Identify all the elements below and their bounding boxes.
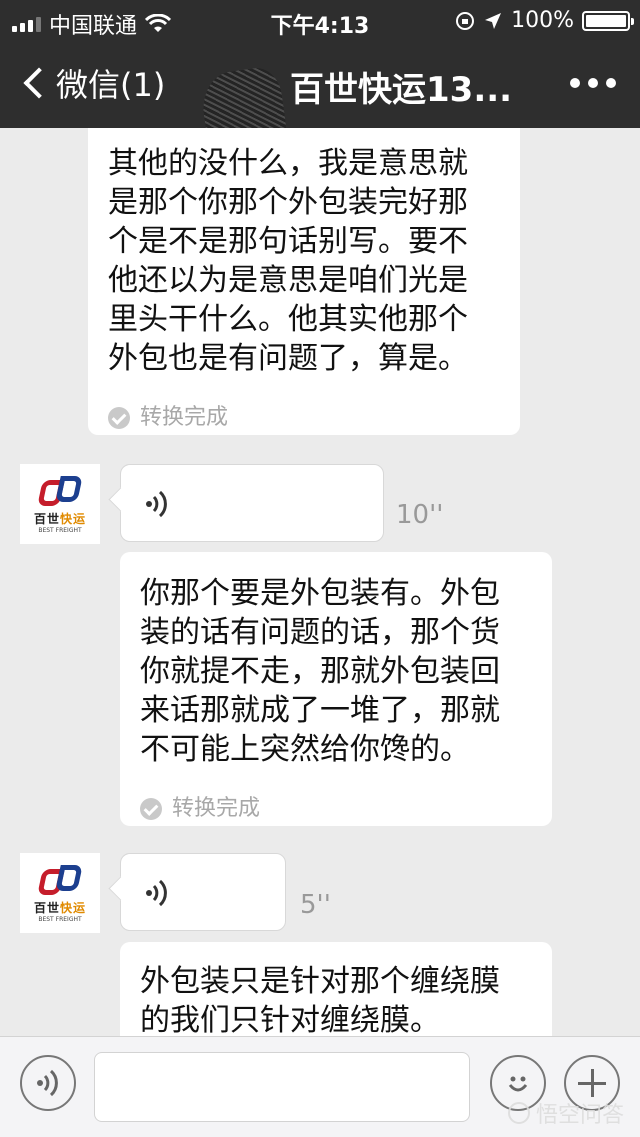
- voice-wave-icon: [146, 879, 167, 907]
- conversion-status: 转换完成: [108, 398, 500, 437]
- avatar-brand-en: BEST FREIGHT: [38, 916, 82, 923]
- chat-title: 百世快运13...: [290, 70, 513, 110]
- back-button[interactable]: 微信(1): [18, 60, 165, 106]
- voice-duration: 10'': [396, 500, 444, 530]
- chevron-left-icon: [23, 67, 55, 99]
- watermark: 悟空问答: [507, 1097, 624, 1129]
- battery-icon: [582, 10, 634, 31]
- conversion-status: 转换完成: [140, 789, 532, 828]
- battery-percent: 100%: [511, 8, 574, 33]
- avatar[interactable]: 百世快运 BEST FREIGHT: [20, 853, 100, 933]
- location-icon: [485, 12, 502, 29]
- chat-header: 微信(1) 百世快运13...: [0, 40, 640, 176]
- watermark-icon: [507, 1102, 530, 1124]
- logo-icon: [37, 474, 83, 508]
- smile-icon: [508, 1076, 528, 1092]
- voice-input-icon: [37, 1069, 58, 1097]
- conversion-status-label: 转换完成: [140, 405, 229, 430]
- avatar-brand-cn: 百世快运: [33, 901, 87, 915]
- check-circle-icon: [140, 797, 162, 820]
- status-right: 100%: [455, 8, 634, 33]
- avatar[interactable]: 百世快运 BEST FREIGHT: [20, 464, 100, 544]
- more-dots-icon[interactable]: [570, 78, 616, 88]
- rotation-lock-icon: [456, 11, 475, 30]
- status-bar: 中国联通 下午4:13 100%: [0, 0, 640, 40]
- transcript-text: 你那个要是外包装有。外包 装的话有问题的话，那个货 你就提不走，那就外包装回 来…: [140, 576, 500, 767]
- input-bar: 悟空问答: [0, 1036, 640, 1137]
- check-circle-icon: [108, 406, 130, 429]
- logo-icon: [37, 863, 83, 897]
- voice-input-button[interactable]: [20, 1055, 76, 1111]
- transcript-bubble[interactable]: 你那个要是外包装有。外包 装的话有问题的话，那个货 你就提不走，那就外包装回 来…: [120, 552, 552, 826]
- voice-message-bubble[interactable]: [120, 464, 384, 542]
- transcript-text: 其他的没什么，我是意思就 是那个你那个外包装完好那 个是不是那句话别写。要不 他…: [108, 146, 468, 376]
- voice-duration: 5'': [300, 890, 331, 920]
- message-list[interactable]: 其他的没什么，我是意思就 是那个你那个外包装完好那 个是不是那句话别写。要不 他…: [0, 128, 640, 1036]
- voice-message-bubble[interactable]: [120, 853, 286, 931]
- voice-wave-icon: [146, 490, 167, 518]
- watermark-label: 悟空问答: [535, 1103, 624, 1128]
- transcript-bubble[interactable]: 外包装只是针对那个缠绕膜 的我们只针对缠绕膜。: [120, 942, 552, 1036]
- transcript-text: 外包装只是针对那个缠绕膜 的我们只针对缠绕膜。: [140, 964, 500, 1036]
- back-label: 微信(1): [56, 66, 166, 104]
- avatar-brand-cn: 百世快运: [33, 512, 87, 526]
- avatar-brand-en: BEST FREIGHT: [38, 527, 82, 534]
- conversion-status-label: 转换完成: [172, 796, 261, 821]
- message-input[interactable]: [94, 1052, 470, 1122]
- transcript-bubble[interactable]: 其他的没什么，我是意思就 是那个你那个外包装完好那 个是不是那句话别写。要不 他…: [88, 128, 520, 435]
